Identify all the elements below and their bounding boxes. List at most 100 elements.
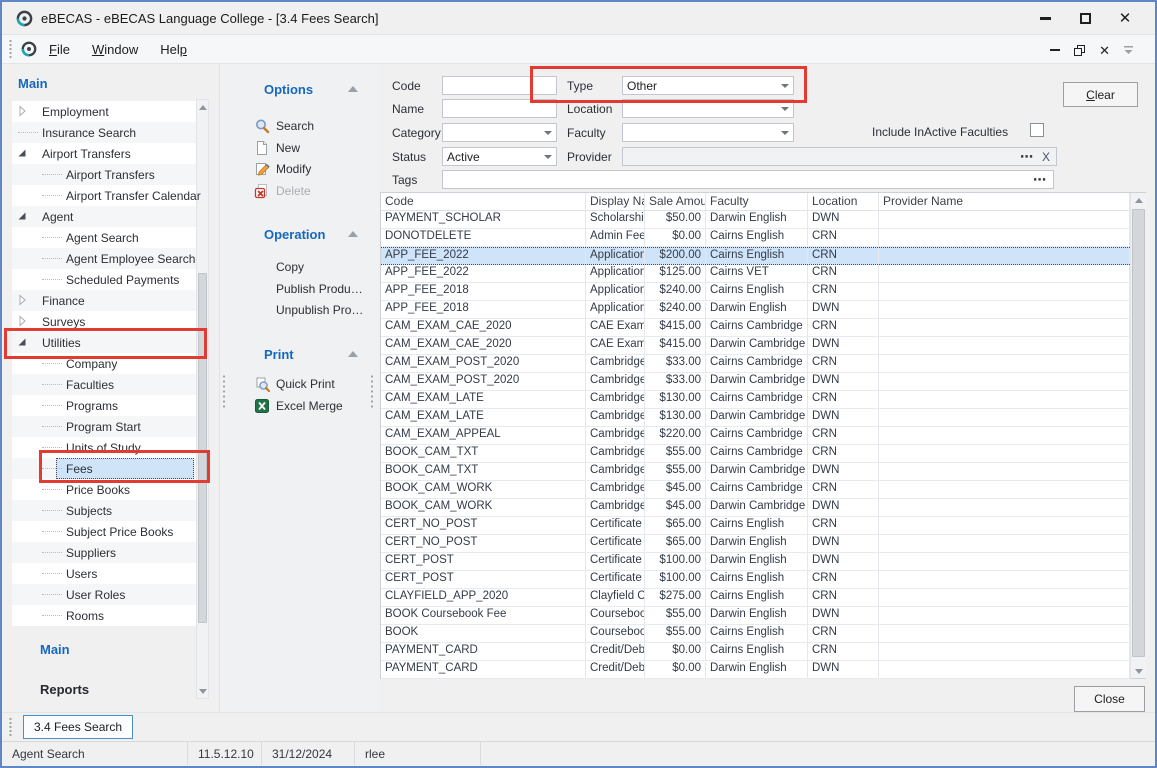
tree-item-subject-price-books[interactable]: Subject Price Books (12, 521, 196, 542)
close-button[interactable]: ✕ (1105, 2, 1145, 34)
tree-item-scheduled-payments[interactable]: Scheduled Payments (12, 269, 196, 290)
action-modify[interactable]: Modify (254, 159, 311, 179)
tabbar-grip[interactable] (8, 718, 13, 736)
tree-item-units-of-study[interactable]: Units of Study (12, 437, 196, 458)
type-select[interactable]: Other (622, 76, 794, 95)
collapse-arrow-icon[interactable] (348, 86, 358, 92)
expanded-arrow-icon[interactable] (16, 210, 28, 222)
mdi-close-button[interactable]: ✕ (1099, 44, 1110, 57)
tree-scrollbar-thumb[interactable] (198, 273, 207, 623)
menu-file[interactable]: File (39, 38, 80, 61)
mdi-minimize-button[interactable] (1050, 49, 1060, 51)
table-row[interactable]: PAYMENT_CARDCredit/Debi$0.00Cairns Engli… (381, 643, 1130, 661)
provider-ellipsis-button[interactable]: ⋯ (1020, 149, 1034, 165)
tree-item-suppliers[interactable]: Suppliers (12, 542, 196, 563)
tags-input[interactable] (443, 171, 1033, 188)
tree-item-agent[interactable]: Agent (12, 206, 196, 227)
name-input[interactable] (443, 100, 556, 117)
tree-item-faculties[interactable]: Faculties (12, 374, 196, 395)
toolbar-options-button[interactable] (1124, 46, 1133, 54)
tree-item-program-start[interactable]: Program Start (12, 416, 196, 437)
provider-clear-button[interactable]: X (1042, 150, 1050, 164)
splitter-grip-right[interactable] (369, 374, 375, 408)
nav-section-main[interactable]: Main (40, 642, 70, 657)
column-header-sale-amount[interactable]: Sale Amount (645, 193, 706, 210)
tree-item-surveys[interactable]: Surveys (12, 311, 196, 332)
column-header-location[interactable]: Location (808, 193, 879, 210)
include-inactive-checkbox[interactable] (1030, 123, 1044, 137)
table-row[interactable]: BOOK_CAM_TXTCambridge$55.00Cairns Cambri… (381, 445, 1130, 463)
tree-item-airport-transfer-calendar[interactable]: Airport Transfer Calendar (12, 185, 196, 206)
table-row[interactable]: APP_FEE_2018Application$240.00Darwin Eng… (381, 301, 1130, 319)
tree-item-agent-employee-search[interactable]: Agent Employee Search (12, 248, 196, 269)
action-quick-print[interactable]: Quick Print (254, 374, 335, 394)
table-row[interactable]: APP_FEE_2022Application$125.00Cairns VET… (381, 265, 1130, 283)
tree-item-utilities[interactable]: Utilities (12, 332, 196, 353)
table-row[interactable]: CAM_EXAM_APPEALCambridge$220.00Cairns Ca… (381, 427, 1130, 445)
table-row[interactable]: APP_FEE_2022Application$200.00Cairns Eng… (381, 247, 1130, 265)
close-form-button[interactable]: Close (1074, 686, 1145, 712)
table-row[interactable]: CAM_EXAM_POST_2020Cambridge$33.00Cairns … (381, 355, 1130, 373)
menu-window[interactable]: Window (82, 38, 148, 61)
tab-fees-search[interactable]: 3.4 Fees Search (23, 715, 133, 739)
column-header-provider-name[interactable]: Provider Name (879, 193, 1130, 210)
table-row[interactable]: CERT_POSTCertificate$100.00Darwin Englis… (381, 553, 1130, 571)
table-row[interactable]: APP_FEE_2018Application$240.00Cairns Eng… (381, 283, 1130, 301)
collapsed-arrow-icon[interactable] (16, 315, 28, 327)
tree-item-subjects[interactable]: Subjects (12, 500, 196, 521)
toolbar-grip[interactable] (8, 40, 13, 58)
tags-ellipsis-button[interactable]: ⋯ (1033, 172, 1047, 188)
tree-item-fees[interactable]: Fees (12, 458, 196, 479)
table-row[interactable]: PAYMENT_CARDCredit/Debi$0.00Darwin Engli… (381, 661, 1130, 679)
table-row[interactable]: CERT_NO_POSTCertificate$65.00Darwin Engl… (381, 535, 1130, 553)
tree-item-airport-transfers[interactable]: Airport Transfers (12, 164, 196, 185)
tree-item-price-books[interactable]: Price Books (12, 479, 196, 500)
expanded-arrow-icon[interactable] (16, 336, 28, 348)
minimize-button[interactable] (1025, 2, 1065, 34)
action-publish-produ[interactable]: Publish Produ… (276, 279, 363, 299)
column-header-faculty[interactable]: Faculty (706, 193, 808, 210)
action-unpublish-pro[interactable]: Unpublish Pro… (276, 300, 363, 320)
table-scrollbar-thumb[interactable] (1132, 209, 1145, 657)
table-row[interactable]: BOOKCoursebook$55.00Cairns EnglishCRN (381, 625, 1130, 643)
action-search[interactable]: Search (254, 116, 314, 136)
tree-item-user-roles[interactable]: User Roles (12, 584, 196, 605)
clear-button[interactable]: Clear (1063, 82, 1138, 107)
group-header-operation[interactable]: Operation (264, 227, 325, 242)
collapse-arrow-icon[interactable] (348, 231, 358, 237)
provider-field[interactable]: ⋯ X (622, 147, 1057, 166)
table-row[interactable]: BOOK_CAM_WORKCambridge$45.00Cairns Cambr… (381, 481, 1130, 499)
table-row[interactable]: CAM_EXAM_CAE_2020CAE Exam I$415.00Cairns… (381, 319, 1130, 337)
table-row[interactable]: CERT_POSTCertificate$100.00Cairns Englis… (381, 571, 1130, 589)
tree-item-insurance-search[interactable]: Insurance Search (12, 122, 196, 143)
action-delete[interactable]: Delete (254, 181, 311, 201)
category-select[interactable] (442, 123, 557, 142)
table-row[interactable]: DONOTDELETEAdmin Fee$0.00Cairns EnglishC… (381, 229, 1130, 247)
tree-item-rooms[interactable]: Rooms (12, 605, 196, 626)
group-header-options[interactable]: Options (264, 82, 313, 97)
code-input[interactable] (443, 77, 556, 94)
table-scrollbar[interactable] (1130, 193, 1146, 678)
group-header-print[interactable]: Print (264, 347, 294, 362)
tree-item-employment[interactable]: Employment (12, 101, 196, 122)
status-select[interactable]: Active (442, 147, 557, 166)
collapsed-arrow-icon[interactable] (16, 105, 28, 117)
tree-item-programs[interactable]: Programs (12, 395, 196, 416)
location-select[interactable] (622, 99, 794, 118)
column-header-code[interactable]: Code (381, 193, 586, 210)
action-copy[interactable]: Copy (276, 257, 304, 277)
collapse-arrow-icon[interactable] (348, 351, 358, 357)
collapsed-arrow-icon[interactable] (16, 294, 28, 306)
menu-help[interactable]: Help (150, 38, 197, 61)
tree-item-finance[interactable]: Finance (12, 290, 196, 311)
table-row[interactable]: CERT_NO_POSTCertificate$65.00Cairns Engl… (381, 517, 1130, 535)
table-row[interactable]: CLAYFIELD_APP_2020Clayfield Co$275.00Cai… (381, 589, 1130, 607)
tree-item-users[interactable]: Users (12, 563, 196, 584)
table-row[interactable]: PAYMENT_SCHOLARScholarship$50.00Darwin E… (381, 211, 1130, 229)
mdi-restore-button[interactable] (1074, 45, 1085, 56)
tree-item-company[interactable]: Company (12, 353, 196, 374)
tree-item-airport-transfers[interactable]: Airport Transfers (12, 143, 196, 164)
table-row[interactable]: CAM_EXAM_CAE_2020CAE Exam I$415.00Darwin… (381, 337, 1130, 355)
faculty-select[interactable] (622, 123, 794, 142)
table-row[interactable]: CAM_EXAM_LATECambridge$130.00Cairns Camb… (381, 391, 1130, 409)
